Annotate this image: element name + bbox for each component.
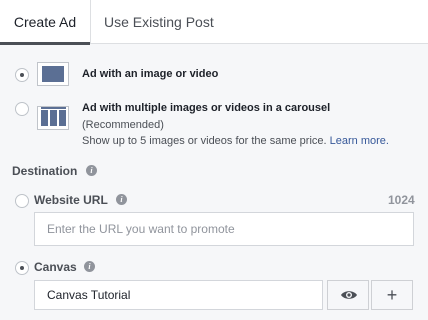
tab-create-ad[interactable]: Create Ad <box>0 0 91 45</box>
website-url-radio[interactable] <box>15 194 29 208</box>
canvas-radio[interactable] <box>15 261 29 275</box>
eye-icon <box>341 291 357 299</box>
website-url-label[interactable]: Website URL <box>34 193 108 207</box>
format-carousel-recommended: (Recommended) <box>82 119 164 131</box>
format-carousel-title[interactable]: Ad with multiple images or videos in a c… <box>82 102 330 114</box>
format-single-radio[interactable] <box>15 68 29 82</box>
website-url-info-icon[interactable]: i <box>116 194 127 205</box>
canvas-label[interactable]: Canvas <box>34 260 77 274</box>
format-carousel-description-text: Show up to 5 images or videos for the sa… <box>82 135 327 147</box>
destination-info-icon[interactable]: i <box>86 165 97 176</box>
canvas-info-icon[interactable]: i <box>84 261 95 272</box>
canvas-preview-button[interactable] <box>327 280 369 310</box>
tab-use-existing-post[interactable]: Use Existing Post <box>104 0 214 44</box>
destination-label: Destination <box>12 164 78 178</box>
format-carousel-description: Show up to 5 images or videos for the sa… <box>82 135 389 147</box>
ad-source-tabs: Create Ad Use Existing Post <box>0 0 428 45</box>
website-url-char-count: 1024 <box>388 193 415 207</box>
format-single-title[interactable]: Ad with an image or video <box>82 68 218 80</box>
canvas-add-button[interactable]: + <box>371 280 413 310</box>
ad-creative-panel: Create Ad Use Existing Post Ad with an i… <box>0 0 428 320</box>
canvas-select-input[interactable] <box>34 280 323 310</box>
learn-more-link[interactable]: Learn more. <box>330 135 389 147</box>
plus-icon: + <box>386 285 398 305</box>
carousel-icon <box>37 106 69 130</box>
format-carousel-radio[interactable] <box>15 102 29 116</box>
single-image-icon <box>37 62 69 86</box>
website-url-input[interactable] <box>34 212 414 246</box>
